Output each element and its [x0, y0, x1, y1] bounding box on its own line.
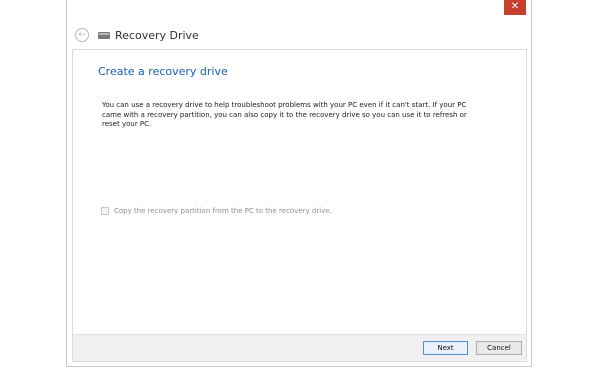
content-panel: Create a recovery drive You can use a re… — [72, 49, 527, 362]
cancel-button[interactable]: Cancel — [476, 341, 522, 355]
close-icon: ✕ — [510, 1, 520, 12]
recovery-drive-window: ✕ ← Recovery Drive Create a recovery dri… — [66, 0, 532, 367]
window-title: Recovery Drive — [115, 28, 199, 42]
close-button[interactable]: ✕ — [504, 0, 526, 15]
copy-partition-option: Copy the recovery partition from the PC … — [101, 207, 332, 215]
title-bar: ← Recovery Drive — [75, 26, 523, 44]
button-bar: Next Cancel — [73, 334, 526, 361]
back-arrow-icon: ← — [78, 29, 86, 40]
drive-icon — [98, 31, 110, 39]
copy-partition-label: Copy the recovery partition from the PC … — [114, 207, 332, 215]
back-button[interactable]: ← — [75, 28, 89, 42]
copy-partition-checkbox[interactable] — [101, 207, 109, 215]
next-button[interactable]: Next — [423, 341, 468, 355]
description-text: You can use a recovery drive to help tro… — [102, 101, 467, 129]
page-heading: Create a recovery drive — [98, 65, 228, 78]
